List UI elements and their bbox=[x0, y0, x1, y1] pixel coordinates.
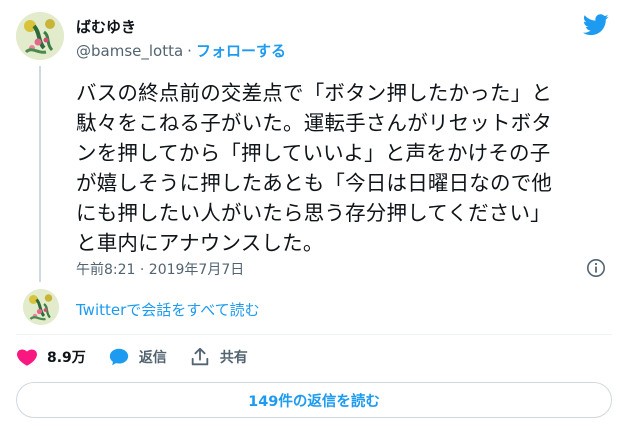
reply-label: 返信 bbox=[138, 350, 167, 366]
reply-button[interactable]: 返信 bbox=[108, 346, 167, 368]
share-label: 共有 bbox=[219, 350, 248, 366]
conversation-avatar bbox=[23, 289, 59, 325]
thread-line bbox=[39, 66, 41, 282]
tweet-actions: 8.9万 返信 共有 bbox=[16, 345, 270, 369]
share-button[interactable]: 共有 bbox=[189, 346, 248, 368]
share-upload-icon bbox=[191, 347, 209, 366]
read-replies-button[interactable]: 149件の返信を読む bbox=[16, 382, 612, 418]
heart-icon bbox=[17, 349, 37, 366]
like-button[interactable]: 8.9万 bbox=[16, 346, 86, 368]
author-handle-row: @bamse_lotta · フォローする bbox=[76, 40, 286, 61]
separator-dot: · bbox=[187, 42, 192, 60]
twitter-bird-icon[interactable] bbox=[582, 14, 609, 36]
info-icon[interactable] bbox=[586, 258, 606, 278]
like-count: 8.9万 bbox=[47, 350, 86, 366]
tweet-text: バスの終点前の交差点で「ボタン押したかった」と 駄々をこねる子がいた。運転手さん… bbox=[76, 81, 553, 255]
divider bbox=[16, 334, 612, 335]
speech-bubble-icon bbox=[109, 348, 128, 366]
read-conversation-link[interactable]: Twitterで会話をすべて読む bbox=[76, 299, 260, 320]
follow-button[interactable]: フォローする bbox=[196, 42, 286, 60]
author-handle[interactable]: @bamse_lotta bbox=[76, 42, 183, 60]
author-name[interactable]: ばむゆき bbox=[76, 16, 136, 37]
author-avatar[interactable] bbox=[16, 12, 64, 60]
tweet-timestamp[interactable]: 午前8:21 · 2019年7月7日 bbox=[76, 259, 244, 279]
